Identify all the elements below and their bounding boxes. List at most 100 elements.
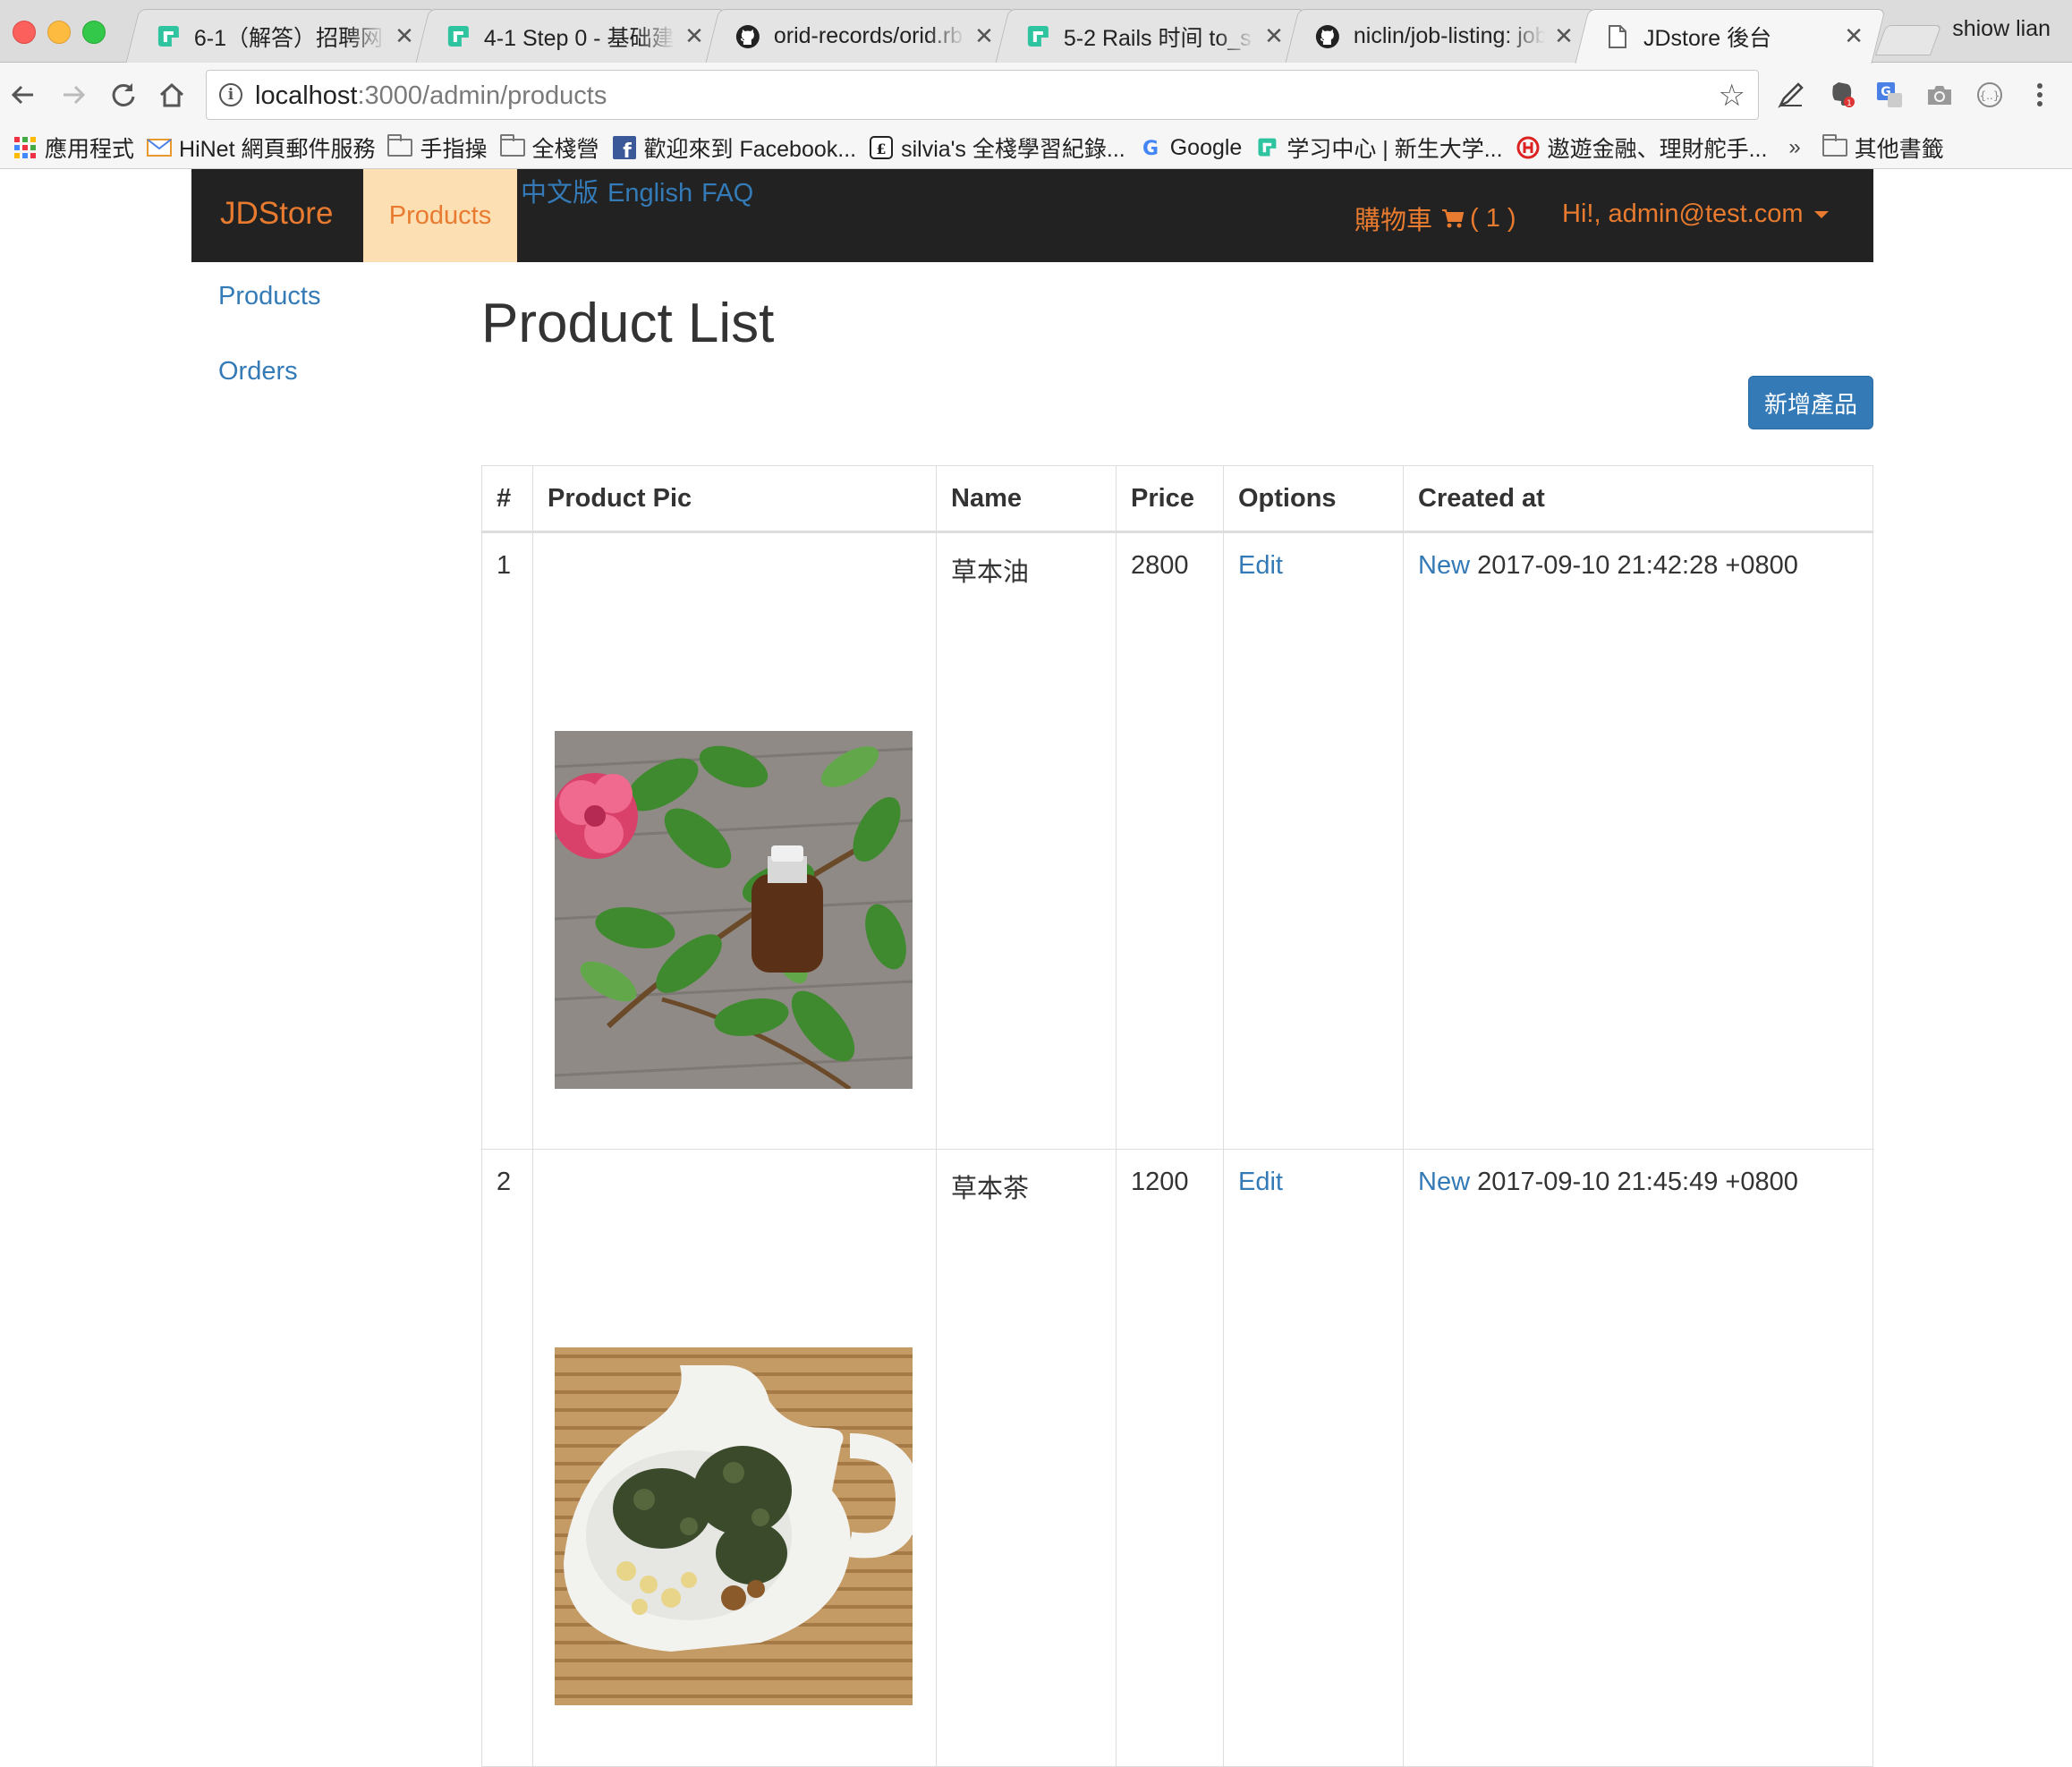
svg-text:£: £: [877, 140, 887, 157]
close-tab-icon[interactable]: ✕: [1844, 22, 1864, 50]
browser-tab[interactable]: orid-records/orid.rb ✕: [705, 9, 1016, 63]
bookmark-apps[interactable]: 應用程式: [13, 132, 134, 164]
edit-link[interactable]: Edit: [1238, 1168, 1283, 1196]
edit-link[interactable]: Edit: [1238, 551, 1283, 580]
bookmark-label: 学习中心 | 新生大学...: [1287, 137, 1503, 162]
svg-text:f: f: [623, 140, 632, 159]
bookmarks-overflow-chevron[interactable]: »: [1788, 135, 1800, 160]
product-photo-herbal-oil[interactable]: [555, 731, 913, 1089]
site-info-icon[interactable]: i: [219, 83, 242, 106]
tab-title: niclin/job-listing: job: [1353, 23, 1546, 48]
close-tab-icon[interactable]: ✕: [1554, 22, 1574, 50]
created-at-cell: New 2017-09-10 21:45:49 +0800: [1403, 1149, 1873, 1767]
bookmarks-bar: 應用程式 HiNet 網頁郵件服務 手指操 全棧營 f 歡迎來到 Faceboo…: [0, 127, 2072, 169]
new-link[interactable]: New: [1418, 551, 1470, 580]
address-bar[interactable]: i localhost:3000/admin/products ☆: [206, 70, 1759, 120]
lang-zh-link[interactable]: 中文版: [521, 179, 599, 208]
product-price: 1200: [1116, 1149, 1224, 1767]
bookmark-label: 遨遊金融、理財舵手...: [1547, 137, 1768, 162]
sidebar-item-orders[interactable]: Orders: [218, 357, 298, 387]
product-price: 2800: [1116, 531, 1224, 1150]
bookmark-label: Google: [1169, 134, 1243, 160]
bookmark-folder[interactable]: 手指操: [387, 132, 488, 164]
product-pic-cell: [532, 531, 937, 1150]
table-row: 1 草本油 2800 Edit New 2017-09-10 21:42:28 …: [481, 531, 1873, 1150]
bookmark-facebook[interactable]: f 歡迎來到 Facebook...: [612, 132, 857, 164]
bookmark-star-icon[interactable]: ☆: [1719, 78, 1745, 114]
bookmark-hinet[interactable]: HiNet 網頁郵件服務: [147, 132, 375, 164]
bookmark-other[interactable]: 其他書籤: [1821, 132, 1944, 164]
user-dropdown[interactable]: Hi!, admin@test.com: [1562, 200, 1829, 229]
close-tab-icon[interactable]: ✕: [684, 22, 704, 50]
product-table: # Product Pic Name Price Options Created…: [481, 465, 1873, 1767]
folder-icon: [1821, 134, 1847, 159]
bookmark-folder[interactable]: 全棧營: [499, 132, 599, 164]
github-icon: [735, 23, 761, 50]
browser-tab[interactable]: 5-2 Rails 时间 to_s ✕: [995, 9, 1306, 63]
browser-tab-strip: 6-1（解答）招聘网站 ✕ 4-1 Step 0 - 基础建设 ✕ orid-r…: [0, 0, 2072, 64]
bookmark-label: 應用程式: [45, 137, 135, 162]
tab-title: 4-1 Step 0 - 基础建设: [483, 25, 676, 51]
product-photo-herbal-tea[interactable]: [555, 1347, 913, 1705]
page-icon: [1604, 23, 1631, 50]
add-product-button[interactable]: 新增產品: [1748, 376, 1873, 429]
tab-title: 5-2 Rails 时间 to_s: [1063, 25, 1252, 51]
close-window-button[interactable]: [13, 21, 36, 44]
close-tab-icon[interactable]: ✕: [1264, 22, 1284, 50]
options-cell: Edit: [1223, 531, 1404, 1150]
apps-grid-icon: [13, 136, 38, 159]
xdite-logo-icon: [155, 23, 182, 50]
nav-products[interactable]: Products: [363, 169, 517, 262]
cart-link[interactable]: 購物車 ( 1 ): [1354, 200, 1516, 237]
column-header: Price: [1116, 465, 1224, 533]
browser-tab[interactable]: 6-1（解答）招聘网站 ✕: [125, 9, 437, 63]
new-tab-button[interactable]: [1874, 25, 1942, 55]
new-link[interactable]: New: [1418, 1168, 1470, 1196]
faq-link[interactable]: FAQ: [701, 179, 753, 208]
tab-title: JDstore 後台: [1643, 25, 1772, 51]
lang-en-link[interactable]: English: [607, 179, 692, 208]
top-navbar: JDStore Products 購物車 ( 1 ) Hi!, admin@te…: [191, 169, 1873, 262]
svg-text:{..}: {..}: [1980, 89, 2000, 102]
browser-tab-active[interactable]: JDstore 後台 ✕: [1575, 9, 1886, 64]
evernote-icon[interactable]: 1: [1825, 79, 1857, 111]
pen-extension-icon[interactable]: [1775, 79, 1807, 111]
url-text[interactable]: localhost:3000/admin/products: [255, 81, 607, 111]
created-at-value: 2017-09-10 21:42:28 +0800: [1477, 551, 1798, 580]
table-row: 2 草本茶 1200 Edit New 2017-09-10 21:45:49 …: [481, 1149, 1873, 1767]
browser-tab[interactable]: 4-1 Step 0 - 基础建设 ✕: [415, 9, 726, 63]
page-title: Product List: [481, 293, 775, 354]
shopping-cart-icon: [1441, 208, 1465, 229]
facebook-icon: f: [612, 136, 637, 159]
tab-title: orid-records/orid.rb: [773, 23, 964, 48]
back-arrow-icon[interactable]: [5, 77, 41, 113]
minimize-window-button[interactable]: [47, 21, 71, 44]
close-tab-icon[interactable]: ✕: [974, 22, 994, 50]
xdite-logo-icon: [1254, 136, 1279, 159]
camera-icon[interactable]: [1923, 79, 1956, 111]
bookmark-label: 歡迎來到 Facebook...: [643, 137, 857, 162]
column-header: #: [481, 465, 533, 533]
product-name: 草本油: [936, 531, 1117, 1150]
close-tab-icon[interactable]: ✕: [395, 22, 414, 50]
reload-icon[interactable]: [106, 77, 141, 113]
json-viewer-icon[interactable]: {..}: [1974, 79, 2006, 111]
user-greeting: Hi!, admin@test.com: [1562, 200, 1804, 228]
bookmark-silvia[interactable]: £ silvia's 全棧學習紀錄...: [869, 132, 1125, 164]
bookmark-xdite[interactable]: 学习中心 | 新生大学...: [1254, 132, 1503, 164]
sidebar-item-products[interactable]: Products: [218, 282, 320, 311]
github-icon: [1314, 23, 1341, 50]
home-icon[interactable]: [154, 77, 190, 113]
forward-arrow-icon[interactable]: [55, 77, 91, 113]
svg-text:G: G: [1142, 138, 1159, 158]
bookmark-google[interactable]: G Google: [1138, 135, 1243, 161]
product-name: 草本茶: [936, 1149, 1117, 1767]
menu-dots-icon[interactable]: [2024, 79, 2056, 111]
brand-logo[interactable]: JDStore: [220, 196, 333, 232]
zoom-window-button[interactable]: [82, 21, 106, 44]
bookmark-finance[interactable]: 遨遊金融、理財舵手...: [1516, 132, 1768, 164]
column-header: Created at: [1403, 465, 1873, 533]
profile-name[interactable]: shiow lian: [1952, 16, 2051, 42]
translate-icon[interactable]: G: [1873, 79, 1906, 111]
browser-tab[interactable]: niclin/job-listing: job ✕: [1285, 9, 1596, 63]
